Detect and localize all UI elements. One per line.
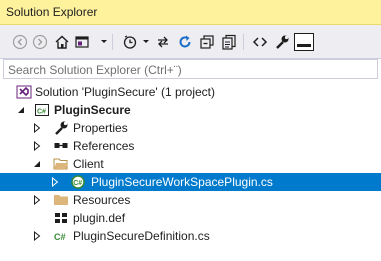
expanded-arrow-icon[interactable] (16, 105, 26, 115)
svg-text:C#: C# (37, 109, 46, 116)
window-title: Solution Explorer (6, 5, 98, 19)
view-code-icon[interactable] (251, 33, 269, 51)
visual-studio-solution-icon (16, 84, 32, 100)
properties-icon[interactable] (273, 33, 291, 51)
expanded-arrow-icon[interactable] (32, 159, 42, 169)
switch-views-dropdown-icon[interactable] (101, 40, 107, 43)
tree-item-label: PluginSecureDefinition.cs (73, 229, 210, 243)
tree-item-selected-file[interactable]: C# PluginSecureWorkSpacePlugin.cs (0, 173, 381, 191)
references-icon (53, 138, 69, 154)
open-folder-icon (53, 156, 69, 172)
toolbar-separator (112, 34, 113, 50)
pending-changes-icon[interactable] (121, 33, 139, 51)
search-input[interactable] (8, 62, 373, 77)
def-file-icon (53, 210, 69, 226)
csharp-file-icon: C# (53, 228, 69, 244)
switch-views-icon[interactable] (73, 33, 91, 51)
toolbar-separator (243, 34, 244, 50)
csharp-file-icon: C# (70, 174, 86, 190)
tree-item-label: PluginSecureWorkSpacePlugin.cs (91, 175, 273, 189)
toolbar (0, 25, 381, 59)
collapsed-arrow-icon[interactable] (32, 195, 42, 205)
back-icon[interactable] (11, 33, 29, 51)
collapsed-arrow-icon[interactable] (32, 123, 42, 133)
csharp-project-icon: C# (34, 102, 50, 118)
tree-item-label: References (73, 139, 135, 153)
collapsed-arrow-icon[interactable] (32, 231, 42, 241)
tree-item-label: Solution 'PluginSecure' (1 project) (35, 85, 216, 99)
show-all-files-icon[interactable] (220, 33, 238, 51)
collapsed-arrow-icon[interactable] (32, 141, 42, 151)
svg-text:C#: C# (54, 232, 66, 242)
tree-item-label: PluginSecure (54, 103, 131, 117)
tree-item-properties[interactable]: Properties (0, 119, 381, 137)
collapse-all-icon[interactable] (198, 33, 216, 51)
forward-icon[interactable] (31, 33, 49, 51)
wrench-icon (53, 120, 69, 136)
folder-icon (53, 192, 69, 208)
tree-item-label: Client (73, 157, 104, 171)
pending-changes-dropdown-icon[interactable] (143, 40, 149, 43)
tree-item-client-folder[interactable]: Client (0, 155, 381, 173)
preview-icon[interactable] (294, 33, 314, 51)
search-box[interactable] (3, 59, 378, 79)
svg-text:C#: C# (73, 180, 82, 187)
tree-item-label: Resources (73, 193, 131, 207)
tree-item-plugin-def[interactable]: plugin.def (0, 209, 381, 227)
tree-item-resources-folder[interactable]: Resources (0, 191, 381, 209)
refresh-icon[interactable] (176, 33, 194, 51)
tree-item-label: plugin.def (73, 211, 126, 225)
tree-item-definition-file[interactable]: C# PluginSecureDefinition.cs (0, 227, 381, 245)
tree-item-solution[interactable]: Solution 'PluginSecure' (1 project) (0, 83, 381, 101)
tree-item-label: Properties (73, 121, 128, 135)
collapsed-arrow-icon[interactable] (50, 177, 60, 187)
sync-icon[interactable] (154, 33, 172, 51)
home-icon[interactable] (53, 33, 71, 51)
tree-item-references[interactable]: References (0, 137, 381, 155)
title-bar: Solution Explorer (0, 0, 381, 25)
tree-item-project[interactable]: C# PluginSecure (0, 101, 381, 119)
